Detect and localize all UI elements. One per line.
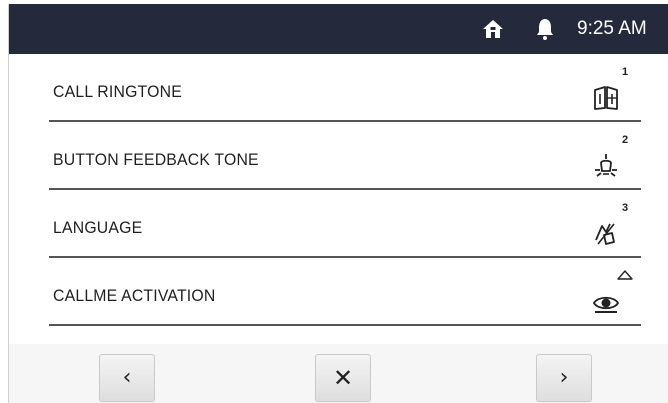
- menu-item-label: CALL RINGTONE: [53, 82, 182, 101]
- menu-item-badge: 3: [622, 202, 629, 214]
- bell-icon: [537, 19, 553, 40]
- bulb-icon: [595, 154, 617, 177]
- eye-icon: [592, 296, 620, 313]
- previous-button[interactable]: ‹: [99, 354, 155, 402]
- close-button[interactable]: ✕: [315, 354, 371, 402]
- menu-item-callme-activation[interactable]: CALLME ACTIVATION: [49, 258, 641, 326]
- menu-item-call-ringtone[interactable]: CALL RINGTONE 1: [49, 54, 641, 122]
- chevron-right-icon: ›: [559, 365, 569, 390]
- language-icon: [595, 223, 615, 245]
- menu-item-label: CALLME ACTIVATION: [53, 286, 216, 305]
- menu-item-language[interactable]: LANGUAGE 3: [49, 190, 641, 258]
- menu-item-badge: 2: [622, 134, 629, 146]
- menu-item-badge: 1: [622, 66, 629, 78]
- book-icon: [594, 86, 618, 110]
- menu-item-label: BUTTON FEEDBACK TONE: [53, 150, 259, 169]
- status-bar: 9:25 AM: [9, 4, 668, 54]
- chevron-left-icon: ‹: [122, 365, 132, 390]
- close-icon: ✕: [332, 364, 354, 392]
- next-button[interactable]: ›: [536, 354, 592, 402]
- menu-item-button-feedback-tone[interactable]: BUTTON FEEDBACK TONE 2: [49, 122, 641, 190]
- status-time: 9:25 AM: [577, 18, 647, 39]
- triangle-up-icon: [617, 270, 633, 280]
- home-icon: [483, 20, 503, 38]
- menu-item-label: LANGUAGE: [53, 218, 143, 237]
- screen-frame: 9:25 AM CALL RINGTONE 1 BUTTON FEEDBACK …: [8, 4, 668, 403]
- settings-menu: CALL RINGTONE 1 BUTTON FEEDBACK TONE 2 L…: [9, 54, 668, 344]
